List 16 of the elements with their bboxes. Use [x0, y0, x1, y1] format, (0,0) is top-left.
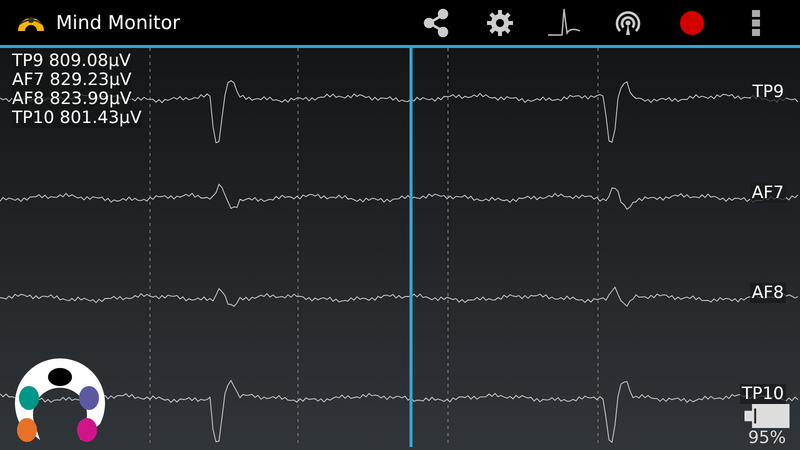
channel-label: AF7: [750, 182, 786, 203]
channel-reading: AF8 823.99µV: [12, 90, 132, 109]
share-icon: [421, 8, 451, 38]
waveform-icon: [547, 6, 581, 38]
record-icon: [679, 10, 705, 36]
settings-icon: [486, 8, 514, 36]
channel-label: AF8: [750, 283, 786, 304]
channel-reading: AF7 829.23µV: [12, 71, 132, 90]
battery-icon: [742, 404, 792, 428]
battery-percentage: 95%: [748, 428, 786, 448]
channel-label: TP9: [750, 82, 786, 102]
more-icon: [752, 10, 760, 36]
channel-label: TP10: [740, 384, 786, 404]
channel-reading: TP10 801.43µV: [12, 109, 142, 128]
app-title: Mind Monitor: [56, 12, 182, 34]
channel-reading: TP9 809.08µV: [12, 52, 131, 71]
